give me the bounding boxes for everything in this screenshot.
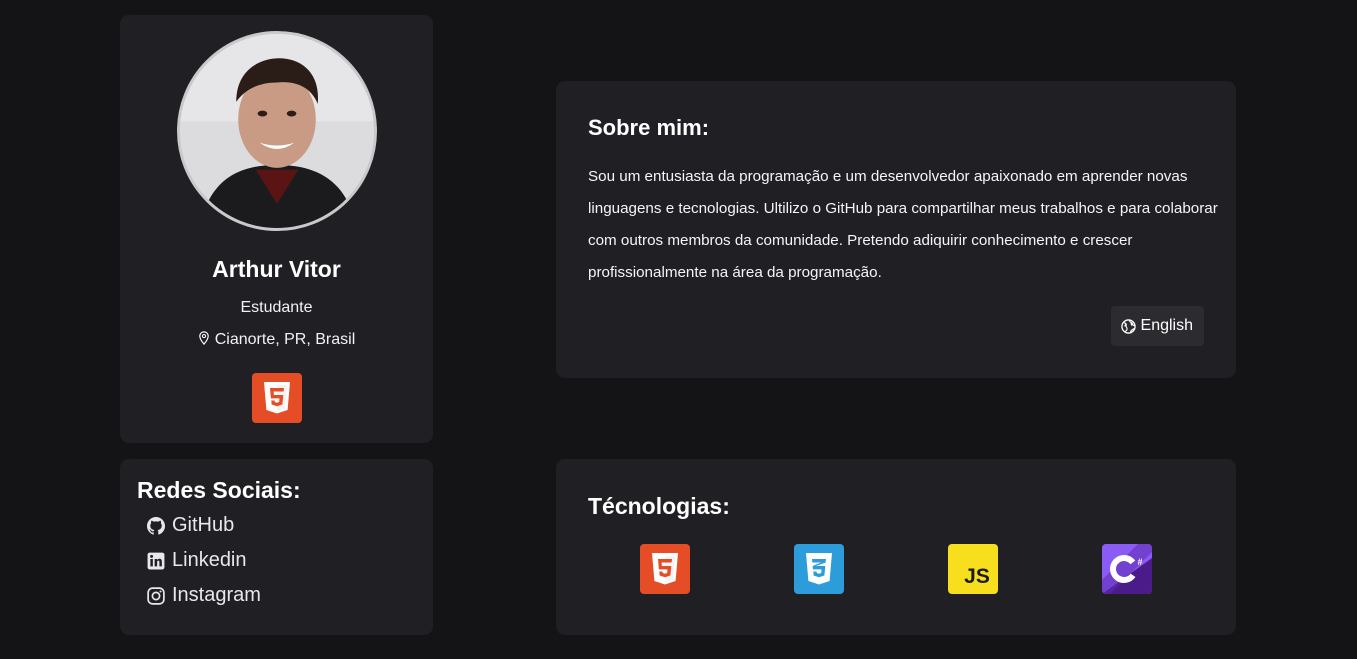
svg-text:JS: JS xyxy=(964,565,990,588)
github-label: GitHub xyxy=(172,514,235,536)
github-link[interactable]: GitHub xyxy=(147,514,234,537)
profile-role: Estudante xyxy=(240,299,313,316)
social-title: Redes Sociais: xyxy=(137,477,301,503)
location-text: Cianorte, PR, Brasil xyxy=(214,331,356,348)
avatar-image xyxy=(180,34,374,228)
linkedin-label: Linkedin xyxy=(172,549,247,571)
profile-name: Arthur Vitor xyxy=(212,256,341,282)
technologies-title: Técnologias: xyxy=(588,493,730,519)
github-icon xyxy=(147,516,165,535)
svg-text:#: # xyxy=(1137,557,1142,567)
globe-icon xyxy=(1120,318,1136,334)
about-text: Sou um entusiasta da programação e um de… xyxy=(588,168,1218,281)
linkedin-icon xyxy=(147,552,165,569)
css3-icon xyxy=(794,544,844,594)
linkedin-link[interactable]: Linkedin xyxy=(147,549,247,572)
instagram-icon xyxy=(147,586,165,605)
about-card: Sobre mim: Sou um entusiasta da programa… xyxy=(556,81,1236,378)
map-pin-icon xyxy=(198,331,209,345)
javascript-icon: JS xyxy=(948,544,998,594)
instagram-link[interactable]: Instagram xyxy=(147,584,261,607)
instagram-label: Instagram xyxy=(172,584,261,606)
profile-location: Cianorte, PR, Brasil xyxy=(120,331,433,349)
technologies-card: Técnologias: JS # xyxy=(556,459,1236,635)
html5-icon xyxy=(252,373,302,423)
csharp-icon: # xyxy=(1102,544,1152,594)
profile-card: Arthur Vitor Estudante Cianorte, PR, Bra… xyxy=(120,15,433,443)
html5-icon xyxy=(640,544,690,594)
language-label: English xyxy=(1140,317,1193,334)
avatar xyxy=(177,31,377,231)
language-toggle-button[interactable]: English xyxy=(1110,306,1204,346)
about-title: Sobre mim: xyxy=(588,115,710,140)
social-card: Redes Sociais: GitHub Linkedin Instagram xyxy=(120,459,433,635)
